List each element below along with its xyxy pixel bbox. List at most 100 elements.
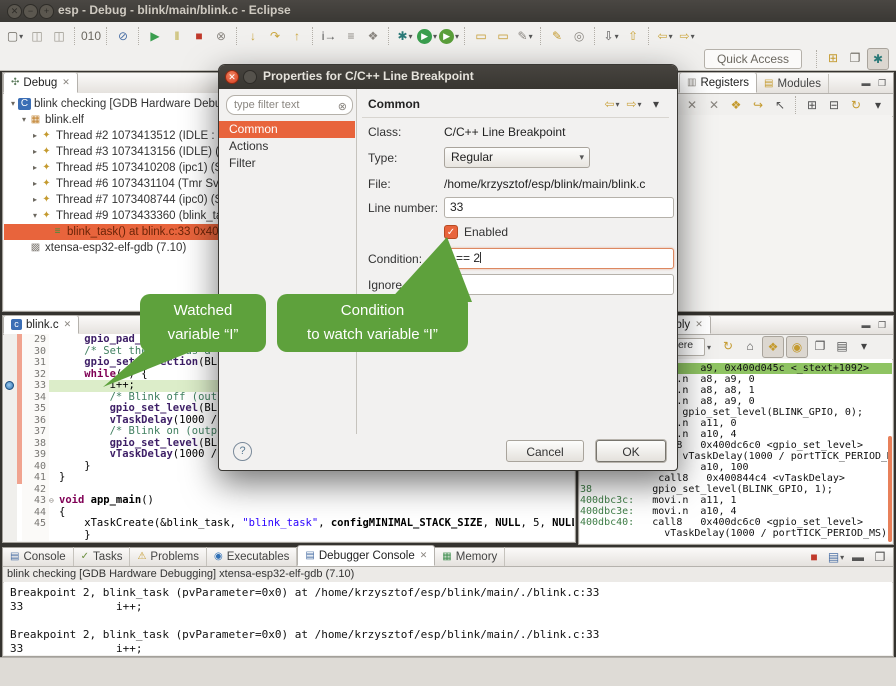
folding-gutter[interactable] (49, 392, 59, 404)
annotation-gutter[interactable] (4, 426, 17, 438)
folding-gutter[interactable] (49, 357, 59, 369)
editor-line[interactable]: 43⊖void app_main() (4, 495, 574, 507)
tab-memory[interactable]: ▦Memory (435, 547, 505, 566)
annotation-gutter[interactable] (4, 461, 17, 473)
clear-filter-icon[interactable]: ⊗ (338, 98, 347, 116)
run-icon[interactable]: ▶▾ (417, 26, 437, 46)
dialog-nav-filter[interactable]: Filter (219, 155, 355, 172)
step-return-icon[interactable]: ↑ (287, 26, 307, 46)
console-output[interactable]: Breakpoint 2, blink_task (pvParameter=0x… (4, 582, 892, 655)
refresh-icon[interactable]: ↻ (718, 336, 738, 356)
debug-icon[interactable]: ✱▾ (395, 26, 415, 46)
annotation-gutter[interactable] (4, 346, 17, 358)
debug-tree-row[interactable]: ▾Cblink checking [GDB Hardware Debug (4, 96, 226, 112)
refresh-registers-icon[interactable]: ↻ (846, 95, 866, 115)
forward-icon[interactable]: ⇨▾ (677, 26, 697, 46)
maximize-panel-icon[interactable]: ❐ (870, 547, 890, 567)
dialog-nav-actions[interactable]: Actions (219, 138, 355, 155)
folding-gutter[interactable] (49, 530, 59, 542)
sync-with-debug-context-icon[interactable]: ❖ (762, 336, 784, 358)
pointer-icon[interactable]: ↖ (770, 95, 790, 115)
disassembly-line[interactable]: 400dbc40: call8 0x400dc6c0 <gpio_set_lev… (580, 517, 892, 528)
tab-modules[interactable]: ▤Modules (757, 74, 829, 93)
restore-default-groups-icon[interactable]: ↪ (748, 95, 768, 115)
enabled-checkbox[interactable]: ✓ (444, 225, 458, 239)
external-tools-icon[interactable]: ▶▾ (439, 26, 459, 46)
minimize-icon[interactable]: ▬ (858, 318, 874, 332)
tab-registers[interactable]: ▥Registers (679, 72, 757, 93)
annotation-gutter[interactable] (4, 449, 17, 461)
previous-edit-icon[interactable]: ⇧ (623, 26, 643, 46)
annotation-gutter[interactable] (4, 518, 17, 530)
debug-tree-row[interactable]: ▸✦Thread #5 1073410208 (ipc1) (Susp (4, 160, 226, 176)
tab-console[interactable]: ▤Console (3, 547, 74, 566)
annotate-icon[interactable]: ✎▾ (515, 26, 535, 46)
code-text[interactable]: xTaskCreate(&blink_task, "blink_task", c… (59, 518, 574, 530)
open-folder-icon[interactable]: ▭ (471, 26, 491, 46)
annotation-gutter[interactable] (4, 334, 17, 346)
condition-input[interactable]: i == 2 (444, 248, 674, 269)
cancel-button[interactable]: Cancel (506, 440, 584, 462)
tab-debug[interactable]: ✣ Debug ✕ (3, 72, 78, 93)
folding-gutter[interactable]: ⊖ (49, 495, 59, 507)
maximize-icon[interactable]: ❐ (874, 318, 890, 332)
last-edit-location-icon[interactable]: ⇩▾ (601, 26, 621, 46)
annotation-gutter[interactable] (4, 495, 17, 507)
terminate-console-icon[interactable]: ■ (804, 547, 824, 567)
disassembly-line[interactable]: call8 0x400844c4 <vTaskDelay> (580, 473, 892, 484)
code-text[interactable]: } (59, 472, 574, 484)
folding-gutter[interactable] (49, 426, 59, 438)
expander-icon[interactable]: ▸ (30, 128, 40, 144)
annotation-gutter[interactable] (4, 472, 17, 484)
folding-gutter[interactable] (49, 380, 59, 392)
remove-register-group-icon[interactable]: ✕ (682, 95, 702, 115)
folding-gutter[interactable] (49, 403, 59, 415)
disassembly-line[interactable]: 38 gpio_set_level(BLINK_GPIO, 1); (580, 484, 892, 495)
mark-occurrences-icon[interactable]: ✎ (547, 26, 567, 46)
expander-icon[interactable]: ▾ (30, 208, 40, 224)
window-maximize-icon[interactable]: + (39, 4, 54, 19)
window-minimize-icon[interactable]: − (23, 4, 38, 19)
skip-all-breakpoints-icon[interactable]: ⊘ (113, 26, 133, 46)
tab-executables[interactable]: ◉Executables (207, 547, 297, 566)
terminate-icon[interactable]: ■ (189, 26, 209, 46)
debug-tree-row[interactable]: ▸✦Thread #2 1073413512 (IDLE : Runn (4, 128, 226, 144)
debug-tree-row[interactable]: ▸✦Thread #6 1073431104 (Tmr Svc) (S (4, 176, 226, 192)
editor-line[interactable]: } (4, 530, 574, 542)
open-new-view-icon[interactable]: ❐ (810, 336, 830, 356)
remove-all-register-groups-icon[interactable]: ✕ (704, 95, 724, 115)
annotation-gutter[interactable] (4, 403, 17, 415)
disassembly-line[interactable]: vTaskDelay(1000 / portTICK_PERIOD_MS); (580, 528, 892, 539)
annotation-gutter[interactable] (4, 438, 17, 450)
expander-icon[interactable]: ▸ (30, 144, 40, 160)
view-menu-icon[interactable]: ▾ (646, 94, 666, 114)
debug-perspective-icon[interactable]: ✱ (867, 48, 889, 70)
expander-icon[interactable]: ▾ (8, 96, 18, 112)
cpp-perspective-icon[interactable]: ❐ (845, 48, 865, 68)
folding-gutter[interactable] (49, 415, 59, 427)
debug-tree-row[interactable]: ▾✦Thread #9 1073433360 (blink_task (4, 208, 226, 224)
close-icon[interactable]: ✕ (64, 319, 72, 330)
expand-all-icon[interactable]: ⊞ (802, 95, 822, 115)
line-number-input[interactable]: 33 (444, 197, 674, 218)
folding-gutter[interactable] (49, 507, 59, 519)
ignore-count-input[interactable]: 0 (444, 274, 674, 295)
folding-gutter[interactable] (49, 369, 59, 381)
annotation-gutter[interactable] (4, 392, 17, 404)
folding-gutter[interactable] (49, 461, 59, 473)
disassembly-line[interactable]: 400dbc3e: movi.n a10, 4 (580, 506, 892, 517)
step-into-icon[interactable]: ↓ (243, 26, 263, 46)
resume-icon[interactable]: ▶ (145, 26, 165, 46)
type-dropdown[interactable]: Regular ▾ (444, 147, 590, 168)
expander-icon[interactable]: ▸ (30, 160, 40, 176)
disconnect-icon[interactable]: ⊗ (211, 26, 231, 46)
minimize-panel-icon[interactable]: ▬ (848, 547, 868, 567)
dialog-close-icon[interactable]: ✕ (225, 70, 239, 84)
folding-gutter[interactable] (49, 334, 59, 346)
back-icon[interactable]: ⇦▾ (602, 94, 622, 114)
tab-problems[interactable]: ⚠Problems (130, 547, 207, 566)
import-folder-icon[interactable]: ▭ (493, 26, 513, 46)
expander-icon[interactable]: ▸ (30, 192, 40, 208)
annotation-gutter[interactable] (4, 380, 17, 392)
drop-to-frame-icon[interactable]: ❖ (363, 26, 383, 46)
